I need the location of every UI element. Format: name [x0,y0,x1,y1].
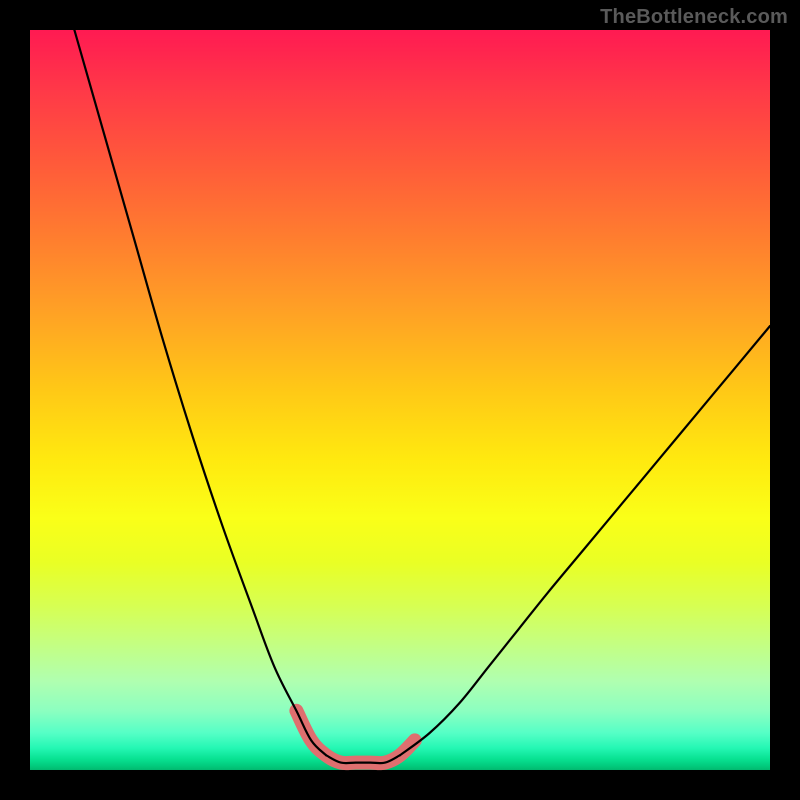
highlight-band [296,711,414,763]
right-curve [400,326,770,755]
plot-area [30,30,770,770]
curve-layer [30,30,770,770]
chart-frame: TheBottleneck.com [0,0,800,800]
watermark-text: TheBottleneck.com [600,6,788,29]
left-curve [74,30,326,755]
